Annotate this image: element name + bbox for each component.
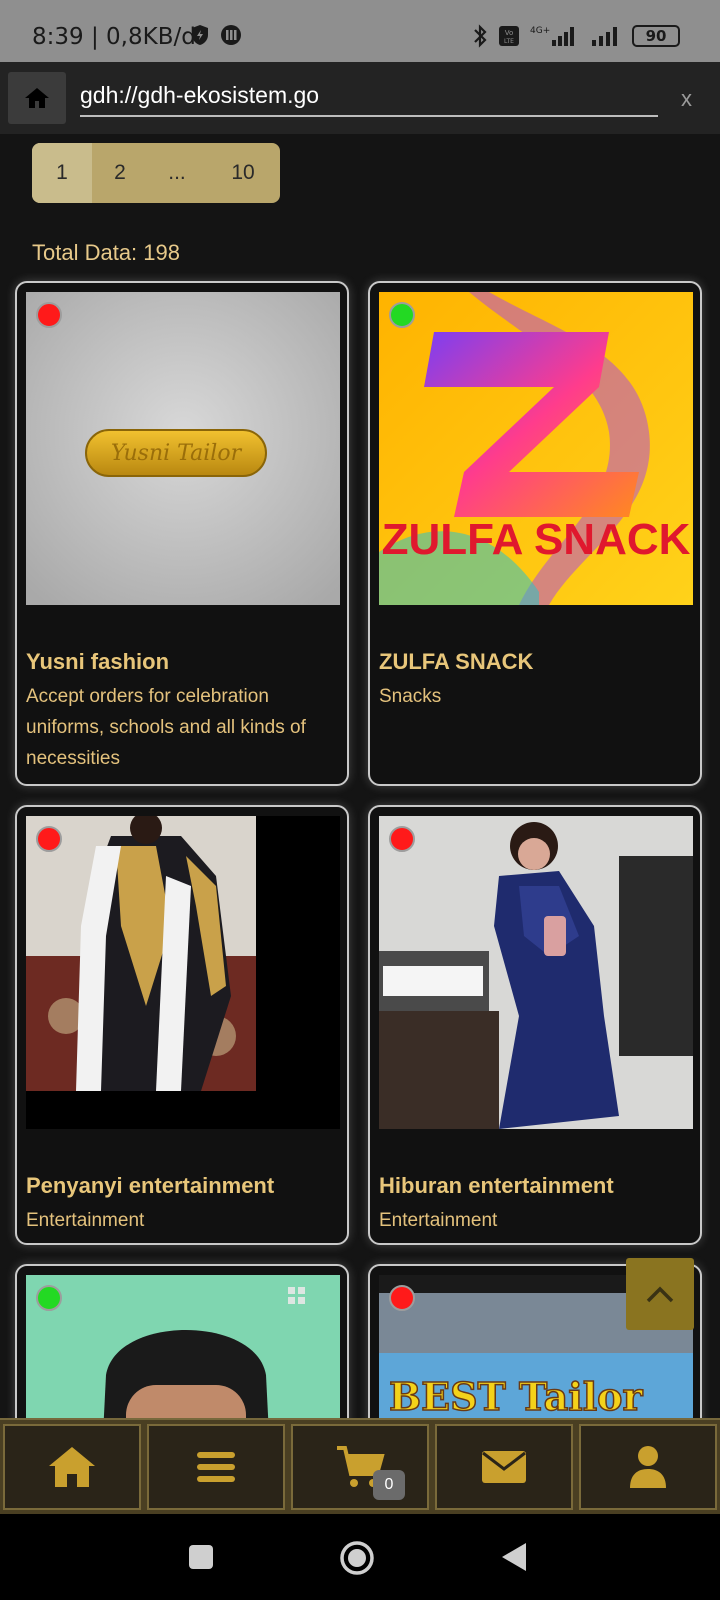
bluetooth-icon bbox=[474, 24, 487, 48]
mail-icon bbox=[482, 1451, 526, 1483]
home-button-icon[interactable] bbox=[338, 1539, 376, 1577]
product-description: Snacks bbox=[379, 686, 442, 707]
user-icon bbox=[630, 1446, 666, 1488]
product-card[interactable]: ZULFA SNACK ZULFA SNACK Snacks bbox=[368, 281, 702, 786]
pagination: 1 2 ... 10 bbox=[32, 143, 280, 203]
browser-home-button[interactable] bbox=[8, 72, 66, 124]
product-image: ZULFA SNACK bbox=[379, 292, 693, 605]
zulfa-snack-logo-text: ZULFA SNACK bbox=[382, 515, 691, 564]
product-title: ZULFA SNACK bbox=[379, 649, 534, 674]
status-offline-indicator bbox=[36, 302, 62, 328]
bottom-navigation: 0 bbox=[0, 1418, 720, 1514]
status-offline-indicator bbox=[389, 1285, 415, 1311]
recent-apps-icon[interactable] bbox=[188, 1544, 214, 1570]
status-time: 8:39 | 0,8KB/d bbox=[32, 24, 196, 50]
status-offline-indicator bbox=[36, 826, 62, 852]
svg-text:LTE: LTE bbox=[504, 38, 514, 45]
system-navigation-bar bbox=[0, 1514, 720, 1600]
product-title: Penyanyi entertainment bbox=[26, 1173, 275, 1198]
product-image: Yusni Tailor bbox=[26, 292, 340, 605]
browser-url-bar: gdh://gdh-ekosistem.go x bbox=[0, 62, 720, 134]
menu-icon bbox=[197, 1452, 235, 1482]
chevron-up-icon bbox=[646, 1286, 674, 1303]
page-button-10[interactable]: 10 bbox=[206, 143, 280, 203]
status-icons-right: Vo LTE 4G+ 90 bbox=[472, 24, 680, 48]
product-card[interactable]: Hiburan entertainment Entertainment bbox=[368, 805, 702, 1245]
svg-text:4G+: 4G+ bbox=[530, 26, 550, 36]
product-image bbox=[26, 816, 340, 1129]
nav-mail-button[interactable] bbox=[435, 1424, 573, 1510]
total-data-label: Total Data: 198 bbox=[32, 240, 180, 265]
page-ellipsis: ... bbox=[168, 161, 186, 184]
url-close-button[interactable]: x bbox=[681, 86, 692, 112]
nav-home-button[interactable] bbox=[3, 1424, 141, 1510]
product-title: Hiburan entertainment bbox=[379, 1173, 614, 1198]
status-online-indicator bbox=[389, 302, 415, 328]
signal-4g-icon: 4G+ bbox=[530, 26, 574, 46]
best-tailor-sign-text: BEST Tailor bbox=[389, 1374, 644, 1419]
nav-menu-button[interactable] bbox=[147, 1424, 285, 1510]
url-input[interactable]: gdh://gdh-ekosistem.go bbox=[80, 82, 658, 117]
app-notification-icon bbox=[221, 25, 241, 45]
product-title: Yusni fashion bbox=[26, 649, 170, 674]
shield-icon bbox=[192, 25, 208, 45]
home-icon bbox=[25, 88, 49, 108]
back-icon[interactable] bbox=[500, 1542, 528, 1572]
page-button-1[interactable]: 1 bbox=[32, 143, 92, 203]
product-description: Accept orders for celebration uniforms, … bbox=[26, 686, 306, 769]
svg-text:Vo: Vo bbox=[505, 29, 514, 37]
product-card[interactable]: Yusni Tailor Yusni fashion Accept orders… bbox=[15, 281, 349, 786]
product-description: Entertainment bbox=[379, 1210, 498, 1231]
cart-count-badge: 0 bbox=[373, 1470, 405, 1500]
nav-profile-button[interactable] bbox=[579, 1424, 717, 1510]
nav-cart-button[interactable]: 0 bbox=[291, 1424, 429, 1510]
page-button-2[interactable]: 2 bbox=[92, 143, 148, 203]
product-description: Entertainment bbox=[26, 1210, 145, 1231]
status-online-indicator bbox=[36, 1285, 62, 1311]
volte-icon: VoLTE bbox=[499, 26, 519, 46]
status-icons-left bbox=[190, 24, 242, 46]
scroll-to-top-button[interactable] bbox=[626, 1258, 694, 1330]
product-image bbox=[379, 816, 693, 1129]
battery-indicator: 90 bbox=[632, 25, 680, 47]
yusni-tailor-logo-text: Yusni Tailor bbox=[111, 441, 243, 466]
status-bar: 8:39 | 0,8KB/d Vo LTE 4G+ 90 bbox=[0, 0, 720, 62]
status-offline-indicator bbox=[389, 826, 415, 852]
signal-icon bbox=[592, 27, 617, 46]
product-card[interactable]: Penyanyi entertainment Entertainment bbox=[15, 805, 349, 1245]
home-icon bbox=[49, 1447, 95, 1487]
